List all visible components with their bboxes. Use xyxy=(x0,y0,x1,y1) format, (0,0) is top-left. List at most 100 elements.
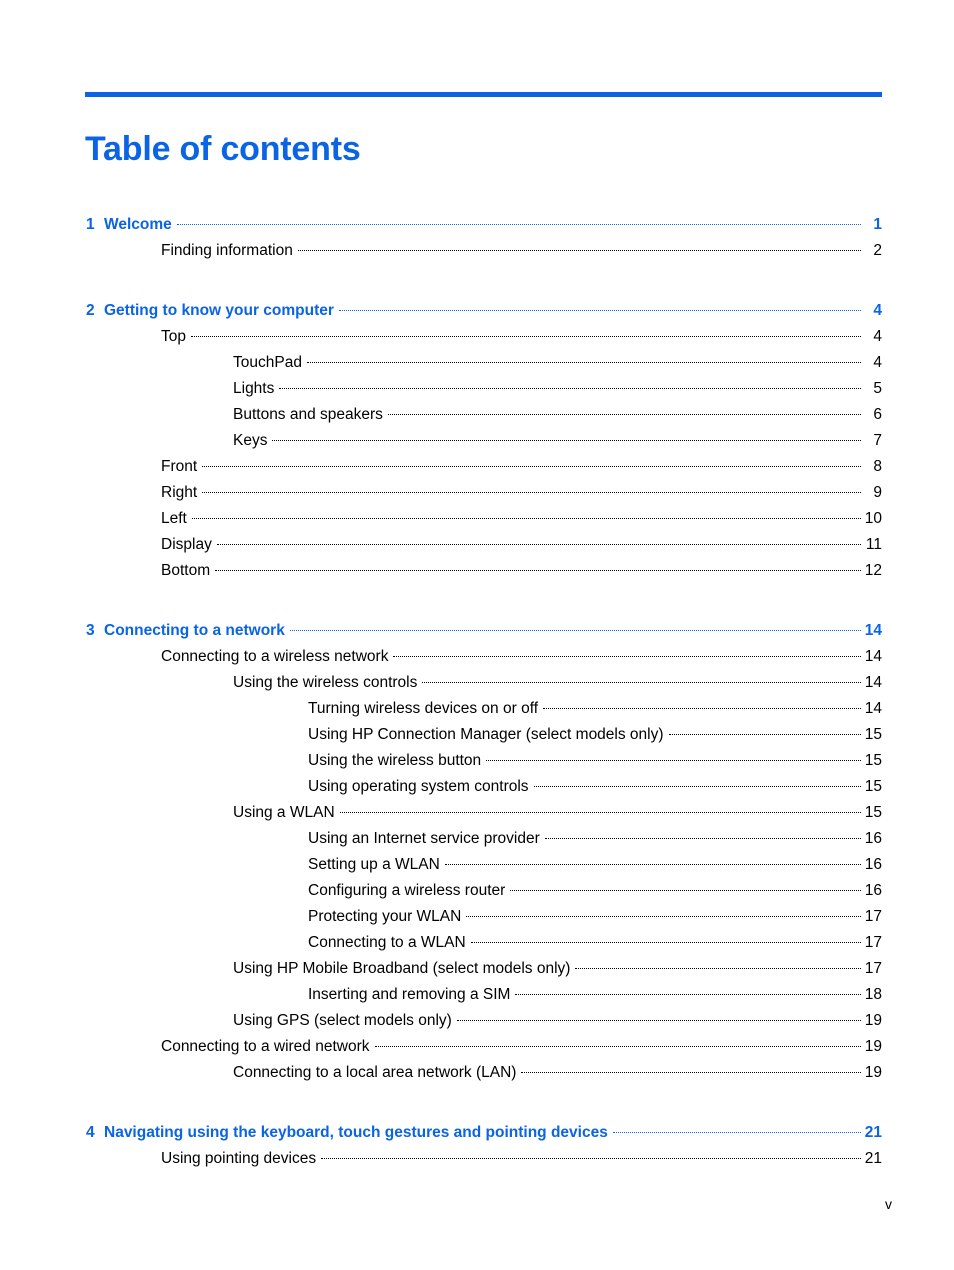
toc-leader-dots xyxy=(289,629,861,631)
toc-leader-dots xyxy=(668,733,861,735)
toc-chapter-entry[interactable]: 4 Navigating using the keyboard, touch ge… xyxy=(0,1120,954,1146)
toc-chapter-title: Welcome xyxy=(104,216,172,233)
toc-entry[interactable]: TouchPad 4 xyxy=(0,350,954,376)
toc-page-number: 14 xyxy=(864,674,882,691)
toc-entry[interactable]: Using HP Mobile Broadband (select models… xyxy=(0,956,954,982)
toc-entry[interactable]: Turning wireless devices on or off 14 xyxy=(0,696,954,722)
toc-page-number: 15 xyxy=(864,778,882,795)
toc-entry[interactable]: Buttons and speakers 6 xyxy=(0,402,954,428)
toc-chapter-label: 4 Navigating using the keyboard, touch ge… xyxy=(86,1120,608,1146)
toc-entry-label: Finding information xyxy=(161,242,293,259)
toc-leader-dots xyxy=(176,223,861,225)
toc-page-number: 4 xyxy=(873,328,882,345)
toc-page-number: 16 xyxy=(864,830,882,847)
toc-leader-dots xyxy=(321,1157,861,1159)
toc-leader-dots xyxy=(543,707,861,709)
toc-chapter-title: Navigating using the keyboard, touch ges… xyxy=(104,1124,608,1141)
toc-entry[interactable]: Display 11 xyxy=(0,532,954,558)
toc-entry[interactable]: Setting up a WLAN 16 xyxy=(0,852,954,878)
toc-page-number: 9 xyxy=(873,484,882,501)
toc-chapter-group: 4 Navigating using the keyboard, touch ge… xyxy=(0,1120,954,1172)
toc-chapter-entry[interactable]: 3 Connecting to a network 14 xyxy=(0,618,954,644)
toc-entry-label: Using a WLAN xyxy=(233,804,335,821)
toc-entry[interactable]: Using operating system controls 15 xyxy=(0,774,954,800)
toc-entry[interactable]: Connecting to a wireless network 14 xyxy=(0,644,954,670)
toc-entry[interactable]: Connecting to a wired network 19 xyxy=(0,1034,954,1060)
toc-entry-label: Right xyxy=(161,484,198,501)
toc-page-number: 1 xyxy=(873,216,882,233)
toc-entry[interactable]: Front 8 xyxy=(0,454,954,480)
toc-entry-label: Connecting to a wireless network xyxy=(161,648,389,665)
toc-entry[interactable]: Finding information 2 xyxy=(0,238,954,264)
toc-entry-label: Setting up a WLAN xyxy=(308,856,440,873)
toc-entry-label: Using the wireless controls xyxy=(233,674,418,691)
toc-page-number: 15 xyxy=(864,804,882,821)
toc-leader-dots xyxy=(393,655,861,657)
toc-entry[interactable]: Using a WLAN 15 xyxy=(0,800,954,826)
toc-entry-label: Connecting to a local area network (LAN) xyxy=(233,1064,517,1081)
toc-page-number: 5 xyxy=(873,380,882,397)
toc-chapter-number: 1 xyxy=(86,216,95,233)
toc-chapter-label: 1 Welcome xyxy=(86,212,172,238)
toc-chapter-number: 4 xyxy=(86,1124,95,1141)
toc-leader-dots xyxy=(612,1131,861,1133)
toc-page-number: 4 xyxy=(873,302,882,319)
toc-page-number: 6 xyxy=(873,406,882,423)
toc-chapter-entry[interactable]: 1 Welcome 1 xyxy=(0,212,954,238)
toc-leader-dots xyxy=(279,387,861,389)
toc-leader-dots xyxy=(521,1071,861,1073)
toc-entry[interactable]: Using the wireless controls 14 xyxy=(0,670,954,696)
toc-entry[interactable]: Right 9 xyxy=(0,480,954,506)
toc-leader-dots xyxy=(422,681,861,683)
toc-entry[interactable]: Using an Internet service provider 16 xyxy=(0,826,954,852)
toc-entry[interactable]: Bottom 12 xyxy=(0,558,954,584)
toc-entry-label: Keys xyxy=(233,432,268,449)
toc-page-number: 16 xyxy=(864,882,882,899)
toc-chapter-label: 2 Getting to know your computer xyxy=(86,298,334,324)
toc-page-number: 10 xyxy=(864,510,882,527)
toc-entry-label: Turning wireless devices on or off xyxy=(308,700,539,717)
toc-page-number: 14 xyxy=(864,622,882,639)
toc-entry[interactable]: Protecting your WLAN 17 xyxy=(0,904,954,930)
page-title: Table of contents xyxy=(85,129,361,168)
toc-entry-label: Using pointing devices xyxy=(161,1150,317,1167)
toc-entry[interactable]: Using HP Connection Manager (select mode… xyxy=(0,722,954,748)
toc-leader-dots xyxy=(533,785,861,787)
page-folio: v xyxy=(885,1196,892,1212)
toc-entry[interactable]: Inserting and removing a SIM 18 xyxy=(0,982,954,1008)
toc-entry[interactable]: Keys 7 xyxy=(0,428,954,454)
toc-leader-dots xyxy=(339,811,861,813)
toc-page-number: 17 xyxy=(864,960,882,977)
toc-entry[interactable]: Lights 5 xyxy=(0,376,954,402)
toc-leader-dots xyxy=(272,439,861,441)
toc-chapter-title: Getting to know your computer xyxy=(104,302,334,319)
toc-entry[interactable]: Top 4 xyxy=(0,324,954,350)
toc-leader-dots xyxy=(456,1019,861,1021)
toc-entry[interactable]: Using GPS (select models only) 19 xyxy=(0,1008,954,1034)
toc-page-number: 4 xyxy=(873,354,882,371)
table-of-contents: 1 Welcome 1 Finding information 2 2 Getting to… xyxy=(0,212,954,1172)
toc-leader-dots xyxy=(216,543,861,545)
toc-leader-dots xyxy=(510,889,861,891)
toc-entry-label: Using the wireless button xyxy=(308,752,482,769)
toc-entry[interactable]: Using the wireless button 15 xyxy=(0,748,954,774)
toc-entry[interactable]: Left 10 xyxy=(0,506,954,532)
toc-leader-dots xyxy=(191,335,861,337)
toc-leader-dots xyxy=(515,993,861,995)
toc-entry-label: Display xyxy=(161,536,212,553)
toc-chapter-number: 3 xyxy=(86,622,95,639)
toc-entry-label: Left xyxy=(161,510,187,527)
toc-entry[interactable]: Connecting to a local area network (LAN)… xyxy=(0,1060,954,1086)
toc-page-number: 12 xyxy=(864,562,882,579)
toc-entry-label: Connecting to a WLAN xyxy=(308,934,466,951)
toc-entry[interactable]: Connecting to a WLAN 17 xyxy=(0,930,954,956)
toc-entry[interactable]: Using pointing devices 21 xyxy=(0,1146,954,1172)
toc-chapter-entry[interactable]: 2 Getting to know your computer 4 xyxy=(0,298,954,324)
toc-entry-label: Configuring a wireless router xyxy=(308,882,506,899)
toc-entry-label: TouchPad xyxy=(233,354,302,371)
toc-page-number: 15 xyxy=(864,752,882,769)
toc-entry-label: Using an Internet service provider xyxy=(308,830,540,847)
toc-entry[interactable]: Configuring a wireless router 16 xyxy=(0,878,954,904)
toc-leader-dots xyxy=(387,413,861,415)
toc-page-number: 14 xyxy=(864,648,882,665)
